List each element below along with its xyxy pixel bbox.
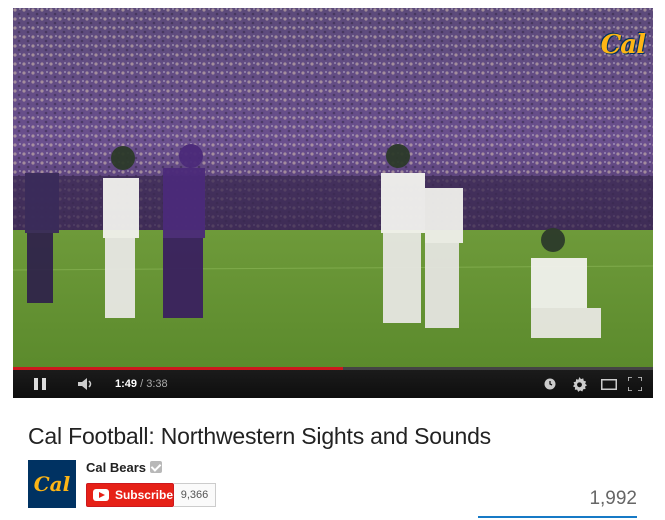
- video-title: Cal Football: Northwestern Sights and So…: [28, 423, 491, 449]
- channel-name[interactable]: Cal Bears: [86, 460, 146, 475]
- watermark-logo: Cal: [600, 30, 646, 60]
- pause-icon[interactable]: [29, 370, 51, 398]
- current-time: 1:49: [115, 378, 138, 390]
- verified-icon: [150, 461, 162, 473]
- fullscreen-icon[interactable]: [625, 370, 645, 398]
- channel-avatar[interactable]: Cal: [28, 460, 76, 508]
- gear-icon[interactable]: [569, 370, 589, 398]
- time-display: 1:49 / 3:38: [115, 370, 168, 398]
- duration: / 3:38: [140, 378, 168, 390]
- subscribe-label: Subscribe: [114, 488, 173, 502]
- volume-icon[interactable]: [73, 370, 99, 398]
- watch-later-icon[interactable]: [541, 370, 559, 398]
- subscribe-button[interactable]: Subscribe: [86, 483, 174, 507]
- youtube-icon: [93, 489, 109, 501]
- video-still: [13, 8, 653, 370]
- player-controls: 1:49 / 3:38: [13, 370, 653, 398]
- likes-bar: [478, 516, 637, 518]
- subscriber-count: 9,366: [174, 483, 216, 507]
- video-player[interactable]: Cal 1:49 / 3:38: [13, 8, 653, 398]
- view-count: 1,992: [589, 488, 637, 509]
- player-size-icon[interactable]: [599, 370, 619, 398]
- video-frame[interactable]: Cal: [13, 8, 653, 370]
